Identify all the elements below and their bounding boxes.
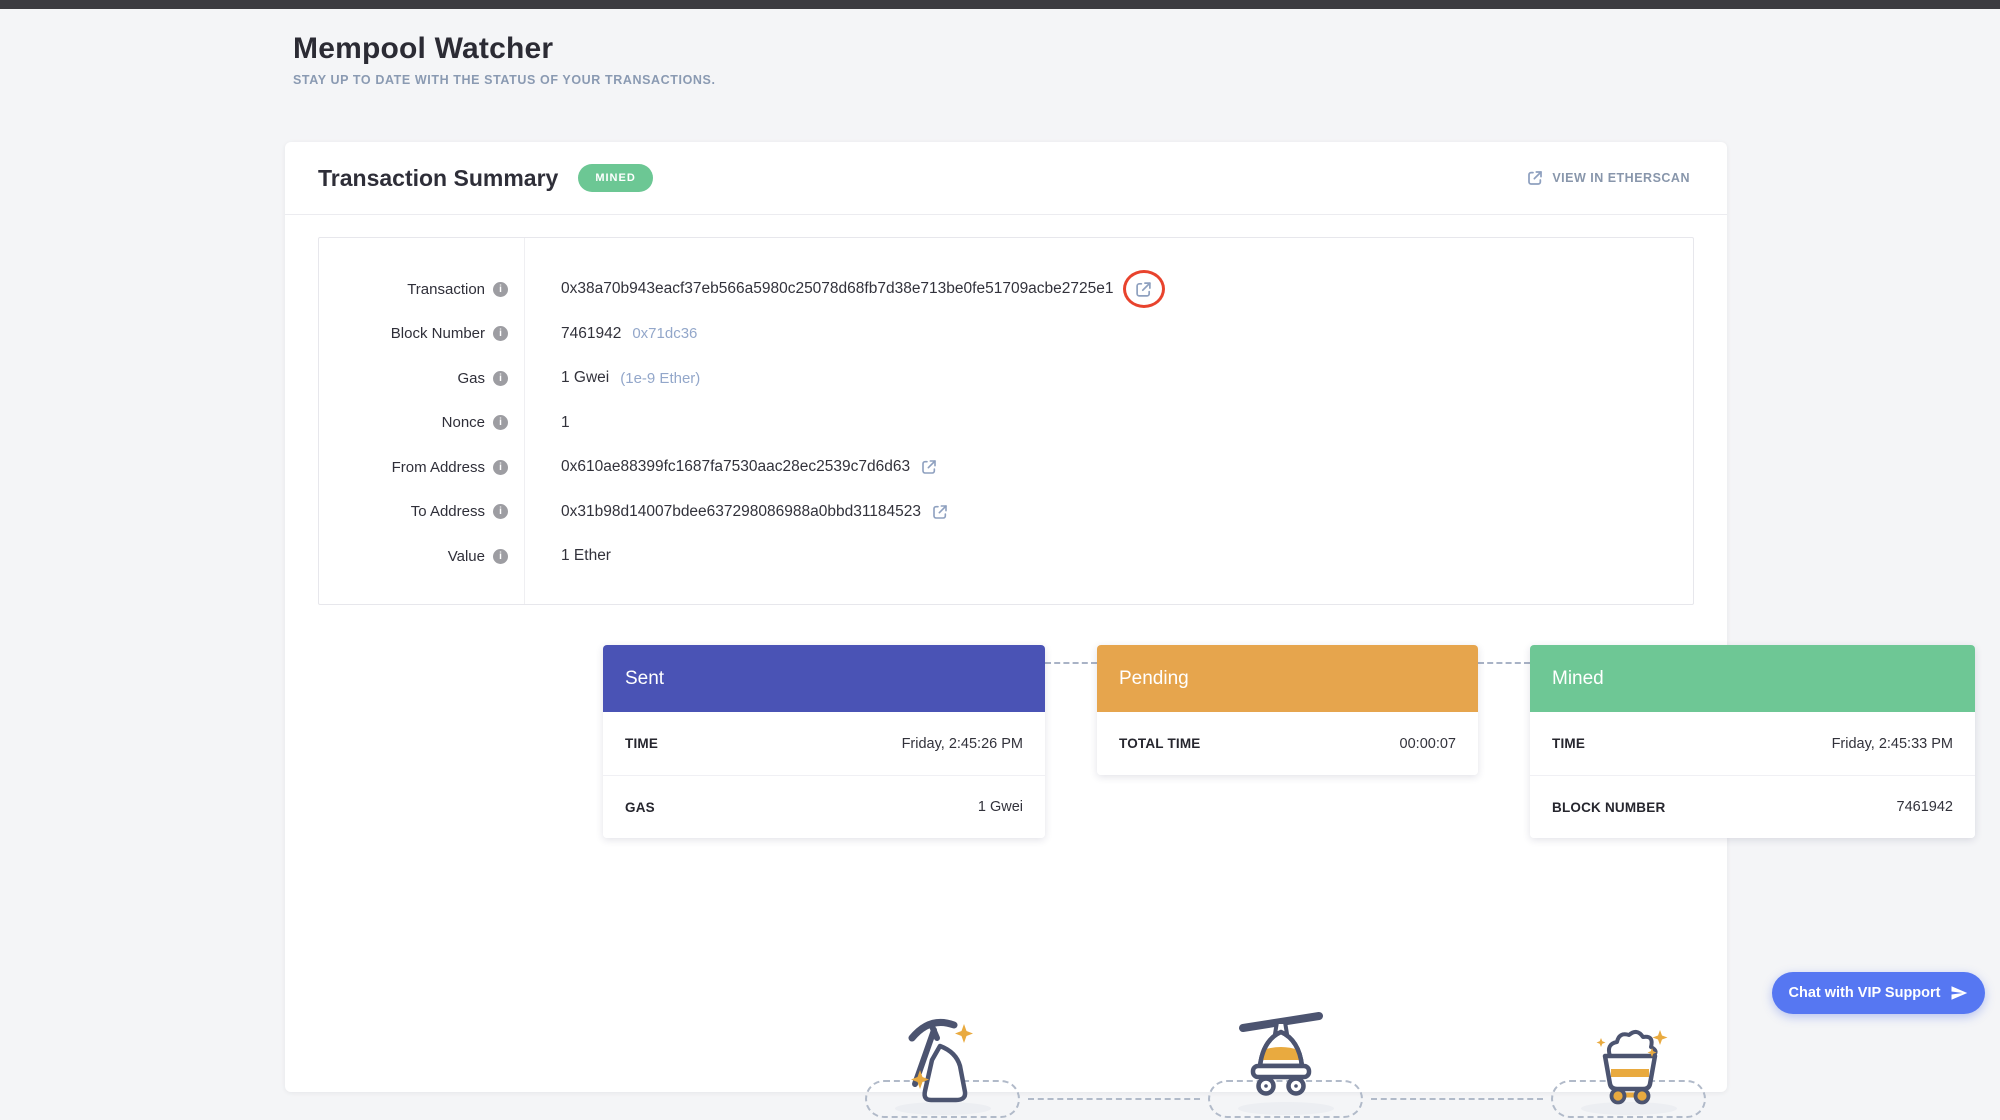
gas-ether-equivalent: (1e-9 Ether) <box>620 370 700 387</box>
stage-row: TIME Friday, 2:45:26 PM <box>603 712 1045 775</box>
stage-card-mined: Mined TIME Friday, 2:45:33 PM BLOCK NUMB… <box>1530 645 1975 838</box>
card-header: Transaction Summary MINED VIEW IN ETHERS… <box>285 142 1727 215</box>
stage-connector <box>1045 662 1097 664</box>
chat-with-support-button[interactable]: Chat with VIP Support <box>1772 972 1985 1014</box>
to-address-value: 0x31b98d14007bdee637298086988a0bbd311845… <box>561 503 921 521</box>
stage-row-label: TIME <box>1552 736 1585 751</box>
external-link-icon <box>1527 170 1543 186</box>
detail-row-block-number: Block Number i 7461942 0x71dc36 <box>319 312 1693 357</box>
paper-plane-icon <box>1950 984 1968 1002</box>
stage-row-value: 7461942 <box>1897 799 1953 815</box>
stage-card-pending: Pending TOTAL TIME 00:00:07 <box>1097 645 1478 775</box>
stage-row: TOTAL TIME 00:00:07 <box>1097 712 1478 775</box>
detail-row-value: Value i 1 Ether <box>319 534 1693 579</box>
external-link-icon[interactable] <box>1135 281 1152 298</box>
value-value: 1 Ether <box>561 547 611 565</box>
stage-row-value: 00:00:07 <box>1400 736 1456 752</box>
transaction-hash: 0x38a70b943eacf37eb566a5980c25078d68fb7d… <box>561 280 1114 298</box>
page-header: Mempool Watcher STAY UP TO DATE WITH THE… <box>293 32 716 87</box>
stage-pending-header: Pending <box>1097 645 1478 712</box>
block-number-value: 7461942 <box>561 325 621 343</box>
gas-value: 1 Gwei <box>561 369 609 387</box>
nonce-value: 1 <box>561 414 570 432</box>
stage-row: TIME Friday, 2:45:33 PM <box>1530 712 1975 775</box>
stage-row-label: TIME <box>625 736 658 751</box>
info-icon[interactable]: i <box>493 460 508 475</box>
pickaxe-icon <box>898 1012 988 1107</box>
stage-row: GAS 1 Gwei <box>603 775 1045 838</box>
stage-row-value: Friday, 2:45:26 PM <box>902 736 1023 752</box>
stage-row-value: 1 Gwei <box>978 799 1023 815</box>
detail-row-nonce: Nonce i 1 <box>319 401 1693 446</box>
stage-row: BLOCK NUMBER 7461942 <box>1530 775 1975 838</box>
stage-row-label: TOTAL TIME <box>1119 736 1201 751</box>
stage-sent-header: Sent <box>603 645 1045 712</box>
stage-connector <box>1478 662 1530 664</box>
transaction-summary-card: Transaction Summary MINED VIEW IN ETHERS… <box>285 142 1727 1092</box>
view-in-etherscan-link[interactable]: VIEW IN ETHERSCAN <box>1527 170 1690 186</box>
pill-connector <box>1371 1098 1543 1100</box>
from-address-value: 0x610ae88399fc1687fa7530aac28ec2539c7d6d… <box>561 458 910 476</box>
card-title: Transaction Summary <box>318 165 558 192</box>
stage-row-label: BLOCK NUMBER <box>1552 800 1665 815</box>
to-address-label: To Address <box>411 503 485 520</box>
red-circle-annotation <box>1123 270 1165 308</box>
nonce-label: Nonce <box>442 414 485 431</box>
page-title: Mempool Watcher <box>293 32 716 66</box>
minecart-icon <box>1585 1022 1675 1107</box>
external-link-icon[interactable] <box>921 459 937 475</box>
block-number-label: Block Number <box>391 325 485 342</box>
detail-row-transaction: Transaction i 0x38a70b943eacf37eb566a598… <box>319 267 1693 312</box>
info-icon[interactable]: i <box>493 371 508 386</box>
top-bar <box>0 0 2000 9</box>
info-icon[interactable]: i <box>493 549 508 564</box>
block-number-hex: 0x71dc36 <box>632 325 697 342</box>
transaction-details-panel: Transaction i 0x38a70b943eacf37eb566a598… <box>318 237 1694 605</box>
status-badge: MINED <box>578 164 652 192</box>
page-subtitle: STAY UP TO DATE WITH THE STATUS OF YOUR … <box>293 73 716 87</box>
column-divider <box>524 238 525 604</box>
stage-cards-row: Sent TIME Friday, 2:45:26 PM GAS 1 Gwei … <box>603 645 1975 840</box>
stage-card-sent: Sent TIME Friday, 2:45:26 PM GAS 1 Gwei <box>603 645 1045 838</box>
stage-row-label: GAS <box>625 800 655 815</box>
stage-icons-row <box>603 940 1975 1120</box>
detail-row-to-address: To Address i 0x31b98d14007bdee6372980869… <box>319 490 1693 535</box>
from-address-label: From Address <box>392 459 485 476</box>
info-icon[interactable]: i <box>493 326 508 341</box>
chat-button-label: Chat with VIP Support <box>1789 985 1941 1001</box>
stage-mined-header: Mined <box>1530 645 1975 712</box>
detail-row-from-address: From Address i 0x610ae88399fc1687fa7530a… <box>319 445 1693 490</box>
transaction-label: Transaction <box>407 281 485 298</box>
etherscan-link-label: VIEW IN ETHERSCAN <box>1552 171 1690 185</box>
gas-label: Gas <box>457 370 485 387</box>
handcar-icon <box>1231 1002 1331 1107</box>
pill-connector <box>1028 1098 1200 1100</box>
info-icon[interactable]: i <box>493 504 508 519</box>
info-icon[interactable]: i <box>493 282 508 297</box>
external-link-icon[interactable] <box>932 504 948 520</box>
detail-row-gas: Gas i 1 Gwei (1e-9 Ether) <box>319 356 1693 401</box>
info-icon[interactable]: i <box>493 415 508 430</box>
value-label: Value <box>448 548 485 565</box>
stage-row-value: Friday, 2:45:33 PM <box>1832 736 1953 752</box>
